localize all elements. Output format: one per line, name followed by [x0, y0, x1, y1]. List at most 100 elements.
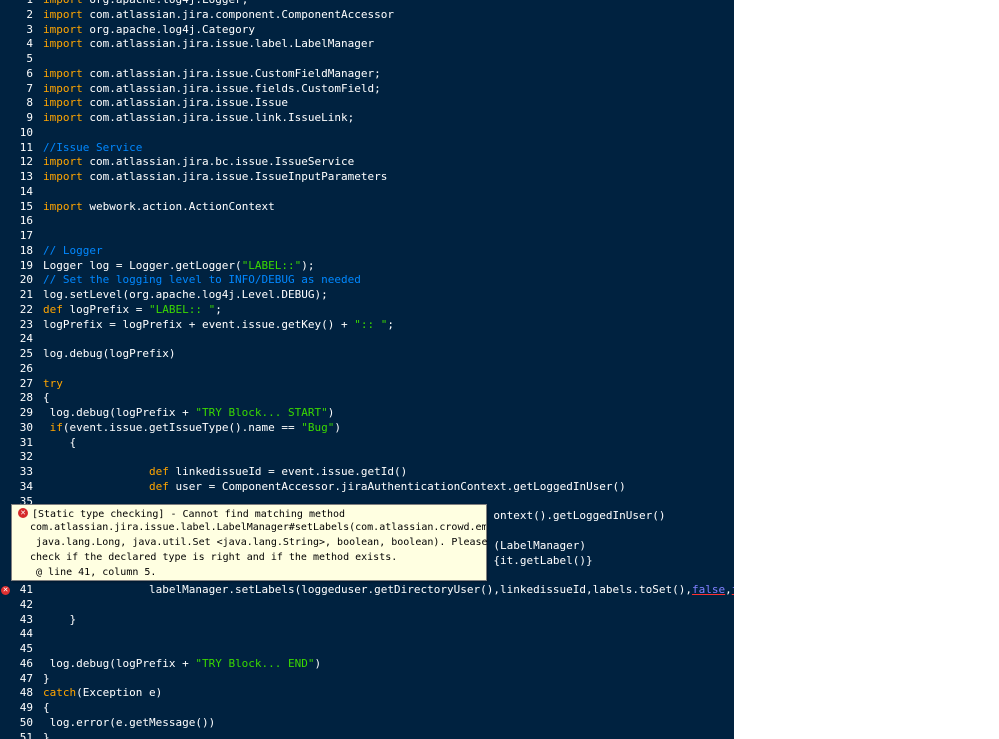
line-text: import com.atlassian.jira.component.Comp… [43, 7, 395, 21]
line-text: logPrefix = logPrefix + event.issue.getK… [43, 317, 395, 331]
code-lines[interactable]: 1 import org.apache.log4j.Logger; 2 import … [0, 0, 734, 739]
line-number: 34 [19, 479, 33, 493]
code-line[interactable]: 42 [0, 598, 734, 613]
line-number: 42 [19, 597, 33, 611]
line-number: 50 [19, 715, 33, 729]
line-text: import com.atlassian.jira.issue.IssueInp… [43, 170, 388, 183]
tooltip-line-4: check if the declared type is right and … [30, 552, 398, 563]
code-line[interactable]: 8 import com.atlassian.jira.issue.Issue [0, 96, 734, 111]
code-line[interactable]: 4 import com.atlassian.jira.issue.label.L… [0, 37, 734, 52]
code-line[interactable]: 13 import com.atlassian.jira.issue.IssueI… [0, 170, 734, 185]
code-editor[interactable]: 1 import org.apache.log4j.Logger; 2 import … [0, 0, 734, 739]
line-number: 48 [19, 686, 33, 700]
line-text: if(event.issue.getIssueType().name == "B… [49, 420, 342, 434]
code-line[interactable]: 30 if(event.issue.getIssueType().name ==… [0, 421, 734, 436]
code-line[interactable]: 29 log.debug(logPrefix + "TRY Block... S… [0, 406, 734, 421]
line-text: log.debug(logPrefix + "TRY Block... STAR… [43, 406, 335, 419]
line-text: catch(Exception e) [43, 686, 163, 700]
tooltip-line-3: java.lang.Long, java.util.Set <java.lang… [30, 537, 488, 548]
line-text: def linkedissueId = event.issue.getId() [148, 465, 408, 478]
code-line[interactable]: 51} [0, 731, 734, 739]
code-line[interactable]: 6 import com.atlassian.jira.issue.CustomF… [0, 67, 734, 82]
line-number: 4 [26, 37, 33, 51]
code-line[interactable]: 49 { [0, 701, 734, 716]
code-line[interactable]: 7 import com.atlassian.jira.issue.fields.… [0, 82, 734, 97]
code-line[interactable]: 19 Logger log = Logger.getLogger("LABEL::… [0, 259, 734, 274]
code-line[interactable]: 43 } [0, 613, 734, 628]
line-number: 2 [26, 7, 33, 21]
line-text: import com.atlassian.jira.issue.CustomFi… [43, 66, 381, 80]
line-number: 20 [19, 273, 33, 287]
code-line[interactable]: 14 [0, 185, 734, 200]
code-line[interactable]: 20 // Set the logging level to INFO/DEBUG… [0, 273, 734, 288]
line-number: 6 [26, 66, 33, 80]
code-line[interactable]: 17 [0, 229, 734, 244]
code-line[interactable]: 12 import com.atlassian.jira.bc.issue.Iss… [0, 155, 734, 170]
code-line[interactable]: 15 import webwork.action.ActionContext [0, 200, 734, 215]
line-number: 46 [19, 656, 33, 670]
code-line[interactable]: 10 [0, 126, 734, 141]
code-line[interactable]: 22 def logPrefix = "LABEL:: "; [0, 303, 734, 318]
line-text: def user = ComponentAccessor.jiraAuthent… [148, 479, 626, 493]
code-line[interactable]: 32 [0, 450, 734, 465]
line-text: import com.atlassian.jira.bc.issue.Issue… [43, 155, 355, 169]
code-line[interactable]: 2 import com.atlassian.jira.component.Com… [0, 8, 734, 23]
line-text: // Logger [43, 243, 103, 257]
line-text: //Issue Service [43, 140, 143, 154]
line-number: 11 [19, 140, 33, 154]
line-number: 22 [19, 302, 33, 316]
code-line[interactable]: 25 log.debug(logPrefix) [0, 347, 734, 362]
line-number: 41 [19, 583, 33, 596]
tooltip-line-1: [Static type checking] - Cannot find mat… [32, 509, 346, 520]
code-line[interactable]: 5 [0, 52, 734, 67]
code-line[interactable]: 1 import org.apache.log4j.Logger; [0, 0, 734, 8]
code-line[interactable]: 31 { [0, 436, 734, 451]
line-text: labelManager.setLabels(loggeduser.getDir… [43, 583, 734, 596]
code-line[interactable]: 23 logPrefix = logPrefix + event.issue.ge… [0, 318, 734, 333]
code-line[interactable]: 48 catch(Exception e) [0, 686, 734, 701]
line-number: 29 [19, 406, 33, 419]
error-tooltip: ✕ [Static type checking] - Cannot find m… [11, 504, 488, 581]
line-number: 15 [19, 199, 33, 213]
line-number: 25 [19, 347, 33, 360]
code-line[interactable]: 47} [0, 672, 734, 687]
code-line[interactable]: 3 import org.apache.log4j.Category [0, 23, 734, 38]
code-line[interactable]: 46 log.debug(logPrefix + "TRY Block... E… [0, 657, 734, 672]
line-number: 30 [19, 420, 33, 434]
line-number: 27 [19, 376, 33, 390]
code-line[interactable]: ✕ 41 labelManager.setLabels(loggeduser.ge… [0, 583, 734, 598]
code-line[interactable]: 11 //Issue Service [0, 141, 734, 156]
code-line[interactable]: 28 { [0, 391, 734, 406]
tooltip-line-2: com.atlassian.jira.issue.label.LabelMana… [30, 522, 486, 533]
line-number: 32 [19, 450, 33, 464]
line-number: 51 [19, 730, 33, 739]
line-number: 44 [19, 627, 33, 641]
line-number: 3 [26, 22, 33, 36]
code-line[interactable]: 9 import com.atlassian.jira.issue.link.Is… [0, 111, 734, 126]
tooltip-line-5: @ line 41, column 5. [30, 567, 157, 578]
code-line[interactable]: 34 def user = ComponentAccessor.jiraAuth… [0, 480, 734, 495]
code-line[interactable]: 21 log.setLevel(org.apache.log4j.Level.DE… [0, 288, 734, 303]
line-text: import org.apache.log4j.Category [43, 22, 255, 36]
code-line[interactable]: 16 [0, 214, 734, 229]
line-text: log.debug(logPrefix + "TRY Block... END"… [43, 656, 322, 670]
code-line[interactable]: 45 [0, 642, 734, 657]
line-number: 23 [19, 317, 33, 331]
code-line[interactable]: 24 [0, 332, 734, 347]
code-line[interactable]: 50 log.error(e.getMessage()) [0, 716, 734, 731]
line-text: { [43, 435, 77, 449]
line-number: 21 [19, 288, 33, 301]
code-line[interactable]: 18 // Logger [0, 244, 734, 259]
line-number: 28 [19, 391, 33, 405]
line-text: { [43, 701, 50, 714]
line-number: 7 [26, 81, 33, 95]
code-line[interactable]: 27 try [0, 377, 734, 392]
line-number: 47 [19, 671, 33, 685]
line-number: 9 [26, 111, 33, 124]
error-icon: ✕ [18, 508, 28, 518]
code-line[interactable]: 33 def linkedissueId = event.issue.getId… [0, 465, 734, 480]
code-line[interactable]: 26 [0, 362, 734, 377]
code-line[interactable]: 44 [0, 627, 734, 642]
line-text: log.debug(logPrefix) [43, 347, 176, 360]
line-text: import com.atlassian.jira.issue.link.Iss… [43, 111, 355, 124]
